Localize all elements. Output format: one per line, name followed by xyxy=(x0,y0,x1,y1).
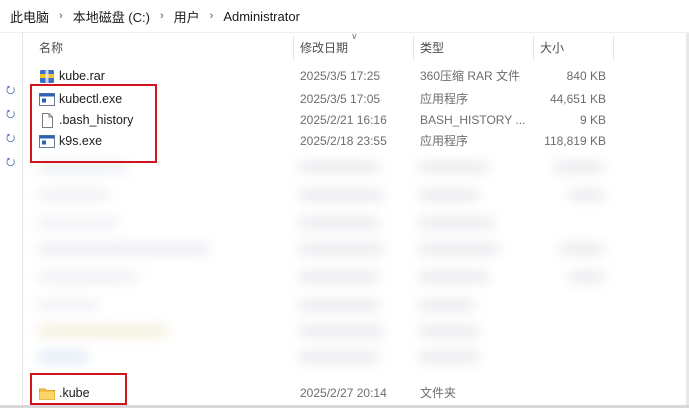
file-size: 118,819 KB xyxy=(544,134,606,148)
file-type: BASH_HISTORY ... xyxy=(420,113,526,127)
file-type: 文件夹 xyxy=(420,386,457,400)
breadcrumb-local-disk[interactable]: 本地磁盘 (C:) xyxy=(71,7,152,26)
breadcrumb-this-pc[interactable]: 此电脑 xyxy=(8,7,51,26)
breadcrumb: 此电脑 › 本地磁盘 (C:) › 用户 › Administrator xyxy=(0,0,689,32)
column-header-type[interactable]: 类型 xyxy=(420,36,444,60)
file-name: kubectl.exe xyxy=(59,92,123,106)
file-type: 应用程序 xyxy=(420,134,469,148)
column-header-name[interactable]: 名称 xyxy=(39,36,63,60)
column-divider[interactable] xyxy=(293,36,294,60)
pin-icon: ⭮ xyxy=(6,84,16,96)
file-date: 2025/2/21 16:16 xyxy=(300,113,387,127)
file-date: 2025/3/5 17:25 xyxy=(300,69,381,83)
file-size: 44,651 KB xyxy=(549,92,606,106)
file-name: .bash_history xyxy=(59,113,134,127)
column-divider[interactable] xyxy=(613,36,614,60)
chevron-right-icon[interactable]: › xyxy=(59,10,63,22)
file-row-kube-folder[interactable]: .kube 2025/2/27 20:14 文件夹 xyxy=(23,383,623,404)
redacted-file-list xyxy=(24,152,664,374)
file-icon xyxy=(42,113,53,128)
rar-archive-icon xyxy=(40,70,54,83)
column-header-row: 名称 修改日期 类型 大小 xyxy=(23,36,689,60)
file-size: 840 KB xyxy=(566,69,606,83)
file-date: 2025/3/5 17:05 xyxy=(300,92,381,106)
file-name: .kube xyxy=(59,386,90,400)
file-row-kubectl-exe[interactable]: kubectl.exe 2025/3/5 17:05 应用程序 44,651 K… xyxy=(23,89,623,110)
file-date: 2025/2/27 20:14 xyxy=(300,386,387,400)
column-header-size[interactable]: 大小 xyxy=(540,36,564,60)
breadcrumb-administrator[interactable]: Administrator xyxy=(221,9,302,24)
folder-icon xyxy=(39,388,55,400)
column-divider[interactable] xyxy=(413,36,414,60)
pin-icon: ⭮ xyxy=(6,132,16,144)
exe-icon xyxy=(39,93,55,106)
pin-icon: ⭮ xyxy=(6,156,16,168)
file-size xyxy=(540,383,606,404)
file-row-bash-history[interactable]: .bash_history 2025/2/21 16:16 BASH_HISTO… xyxy=(23,110,623,131)
pin-icon: ⭮ xyxy=(6,108,16,120)
file-type: 应用程序 xyxy=(420,92,469,106)
exe-icon xyxy=(39,135,55,148)
file-row-k9s-exe[interactable]: k9s.exe 2025/2/18 23:55 应用程序 118,819 KB xyxy=(23,131,623,152)
navigation-pane: ⭮ ⭮ ⭮ ⭮ xyxy=(0,33,22,408)
breadcrumb-users[interactable]: 用户 xyxy=(172,7,202,26)
column-header-date[interactable]: 修改日期 xyxy=(300,36,348,60)
chevron-right-icon[interactable]: › xyxy=(210,10,214,22)
address-divider xyxy=(0,32,689,33)
file-row-kube-rar[interactable]: kube.rar 2025/3/5 17:25 360压缩 RAR 文件 840… xyxy=(23,66,623,87)
file-size: 9 KB xyxy=(579,113,606,127)
file-name: kube.rar xyxy=(59,69,105,83)
file-type: 360压缩 RAR 文件 xyxy=(420,69,521,83)
chevron-right-icon[interactable]: › xyxy=(160,10,164,22)
file-date: 2025/2/18 23:55 xyxy=(300,134,387,148)
file-name: k9s.exe xyxy=(59,134,103,148)
column-divider[interactable] xyxy=(533,36,534,60)
